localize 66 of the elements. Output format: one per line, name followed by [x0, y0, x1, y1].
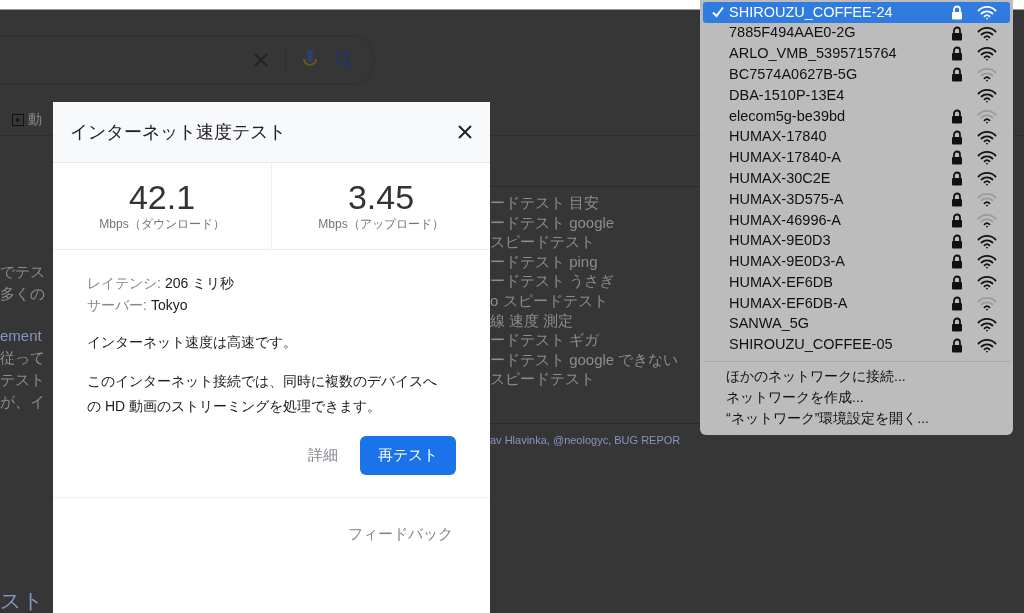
upload-speed: 3.45 — [347, 179, 415, 215]
upload-unit: Mbps（アップロード） — [318, 216, 444, 233]
heading-text[interactable]: スト — [0, 585, 44, 613]
network-name: SHIROUZU_COFFEE-24 — [729, 2, 894, 22]
network-name: 7885F494AAE0-2G — [729, 23, 857, 43]
network-name: HUMAX-EF6DB — [729, 272, 834, 292]
network-item[interactable]: HUMAX-17840 — [703, 126, 1010, 148]
feedback-link[interactable]: フィードバック — [348, 523, 453, 546]
network-name: HUMAX-3D575-A — [729, 189, 845, 209]
network-item[interactable]: HUMAX-EF6DB-A — [703, 293, 1010, 314]
network-item[interactable]: SANWA_5G — [703, 313, 1010, 335]
footer-text: av Hlavinka, @neologyc, BUG REPOR — [490, 433, 681, 446]
tab-label[interactable]: 動 — [28, 109, 42, 130]
speed-description: このインターネット接続では、同時に複数のデバイスへの HD 動画のストリーミングを処理できます。 — [87, 372, 438, 416]
download-speed: 42.1 — [128, 179, 196, 215]
network-name: HUMAX-17840-A — [729, 148, 842, 168]
network-item[interactable]: HUMAX-17840-A — [703, 147, 1010, 169]
microphone-icon[interactable] — [302, 48, 318, 72]
result-text: でテス — [0, 262, 46, 282]
network-item[interactable]: SHIROUZU_COFFEE-24 — [703, 2, 1010, 23]
network-name: SANWA_5G — [729, 314, 811, 334]
network-name: HUMAX-9E0D3-A — [729, 252, 847, 272]
server-value: Tokyo — [150, 296, 188, 315]
video-icon — [12, 113, 24, 126]
network-name: BC7574A0627B-5G — [729, 64, 859, 84]
network-item[interactable]: HUMAX-3D575-A — [703, 189, 1010, 210]
network-item[interactable]: SHIROUZU_COFFEE-05 — [703, 334, 1010, 356]
network-name: DBA-1510P-13E4 — [729, 85, 846, 105]
network-item[interactable]: HUMAX-9E0D3-A — [703, 251, 1010, 273]
search-icon[interactable] — [334, 50, 354, 70]
network-item[interactable]: 7885F494AAE0-2G — [703, 22, 1010, 44]
check-icon — [711, 5, 725, 20]
latency-label: レイテンシ: — [87, 274, 161, 293]
network-name: HUMAX-30C2E — [729, 168, 832, 188]
result-text: が、イ — [0, 392, 46, 412]
network-name: ARLO_VMB_5395715764 — [729, 44, 898, 64]
menu-item[interactable]: ネットワークを作成... — [700, 387, 1013, 409]
network-item[interactable]: HUMAX-30C2E — [703, 168, 1010, 190]
network-name: HUMAX-EF6DB-A — [729, 293, 849, 313]
network-item[interactable]: DBA-1510P-13E4 — [703, 85, 1010, 106]
network-name: HUMAX-17840 — [729, 127, 828, 147]
network-item[interactable]: ARLO_VMB_5395715764 — [703, 43, 1010, 65]
details-button[interactable]: 詳細 — [308, 444, 338, 467]
download-unit: Mbps（ダウンロード） — [99, 216, 225, 233]
result-text: 従って — [0, 348, 46, 368]
search-bar[interactable] — [0, 35, 375, 85]
network-item[interactable]: HUMAX-46996-A — [703, 209, 1010, 231]
retest-button[interactable]: 再テスト — [360, 436, 456, 475]
network-item[interactable]: elecom5g-be39bd — [703, 106, 1010, 127]
menu-item[interactable]: ほかのネットワークに接続... — [700, 366, 1013, 388]
menu-item[interactable]: “ネットワーク”環境設定を開く... — [700, 408, 1013, 429]
dialog-title: インターネット速度テスト — [70, 120, 286, 144]
result-text: 多くの — [0, 284, 46, 304]
network-item[interactable]: HUMAX-EF6DB — [703, 272, 1010, 294]
result-text: テスト — [0, 370, 46, 390]
server-label: サーバー: — [87, 296, 147, 315]
latency-value: 206 ミリ秒 — [164, 274, 235, 293]
network-item[interactable]: BC7574A0627B-5G — [703, 64, 1010, 86]
network-name: SHIROUZU_COFFEE-05 — [729, 335, 894, 355]
result-text[interactable]: ement — [0, 325, 53, 347]
network-item[interactable]: HUMAX-9E0D3 — [703, 230, 1010, 252]
network-name: elecom5g-be39bd — [729, 106, 847, 126]
network-name: HUMAX-46996-A — [729, 210, 842, 230]
close-icon[interactable] — [457, 124, 473, 140]
network-name: HUMAX-9E0D3 — [729, 231, 832, 251]
speed-verdict: インターネット速度は高速です。 — [87, 333, 298, 352]
